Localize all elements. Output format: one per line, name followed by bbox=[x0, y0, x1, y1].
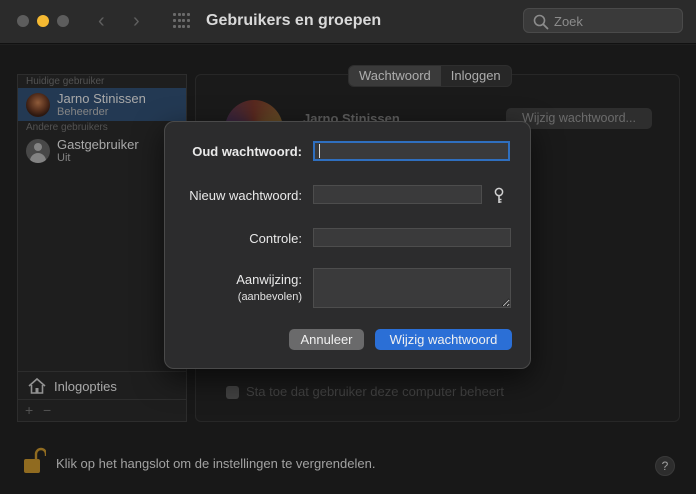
search-input[interactable] bbox=[554, 12, 674, 30]
old-password-field[interactable] bbox=[313, 141, 510, 161]
verify-password-label: Controle: bbox=[249, 231, 302, 246]
password-assistant-key-icon[interactable] bbox=[493, 187, 505, 205]
hint-recommended-label: (aanbevolen) bbox=[237, 291, 302, 303]
back-arrow-icon[interactable]: ‹ bbox=[98, 10, 105, 32]
confirm-change-password-button[interactable]: Wijzig wachtwoord bbox=[375, 329, 512, 350]
hint-field[interactable] bbox=[313, 268, 511, 308]
system-preferences-window: ‹ › Gebruikers en groepen Huidige gebrui… bbox=[0, 0, 696, 494]
minimize-window-button[interactable] bbox=[37, 15, 49, 27]
window-title: Gebruikers en groepen bbox=[206, 12, 382, 29]
search-icon bbox=[533, 14, 549, 30]
old-password-label: Oud wachtwoord: bbox=[192, 144, 302, 159]
new-password-field[interactable] bbox=[313, 185, 482, 204]
close-window-button[interactable] bbox=[17, 15, 29, 27]
show-all-grid-icon[interactable] bbox=[173, 13, 190, 30]
search-field[interactable] bbox=[523, 8, 683, 33]
cancel-button[interactable]: Annuleer bbox=[289, 329, 364, 350]
verify-password-field[interactable] bbox=[313, 228, 511, 247]
text-caret bbox=[319, 144, 320, 158]
zoom-window-button[interactable] bbox=[57, 15, 69, 27]
titlebar: ‹ › Gebruikers en groepen bbox=[0, 0, 696, 44]
forward-arrow-icon[interactable]: › bbox=[133, 10, 140, 32]
new-password-label: Nieuw wachtwoord: bbox=[189, 188, 302, 203]
hint-label: Aanwijzing: bbox=[236, 272, 302, 287]
change-password-dialog: Oud wachtwoord: Nieuw wachtwoord: Contro… bbox=[164, 121, 531, 369]
